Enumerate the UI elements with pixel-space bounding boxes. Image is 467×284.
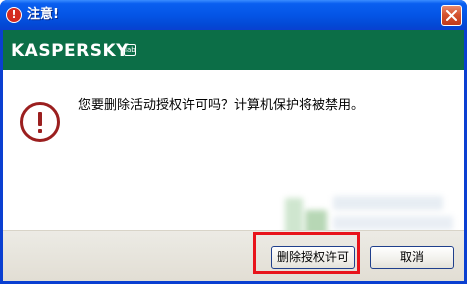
dialog-footer: 删除授权许可 取消 [3,230,464,281]
window-title: 注意! [27,7,59,22]
title-bar[interactable]: ! 注意! [0,0,467,30]
kaspersky-logo: KASPERSKY [11,41,129,61]
warning-circle-icon: ! [6,7,22,23]
dialog-window: ! 注意! KASPERSKY lab 您要删除活动授权许可吗？计算机保护将被禁… [0,0,467,284]
confirmation-message: 您要删除活动授权许可吗？计算机保护将被禁用。 [78,98,365,113]
annotation-highlight-box [253,232,360,274]
dialog-body: KASPERSKY lab 您要删除活动授权许可吗？计算机保护将被禁用。 删除授… [3,30,464,281]
close-icon [446,10,457,21]
brand-banner: KASPERSKY lab [3,30,464,70]
exclamation-circle-icon [20,102,60,142]
kaspersky-lab-mark: lab [124,44,136,56]
cancel-button[interactable]: 取消 [370,246,454,269]
window-frame-left [0,30,3,284]
close-button[interactable] [441,5,462,26]
